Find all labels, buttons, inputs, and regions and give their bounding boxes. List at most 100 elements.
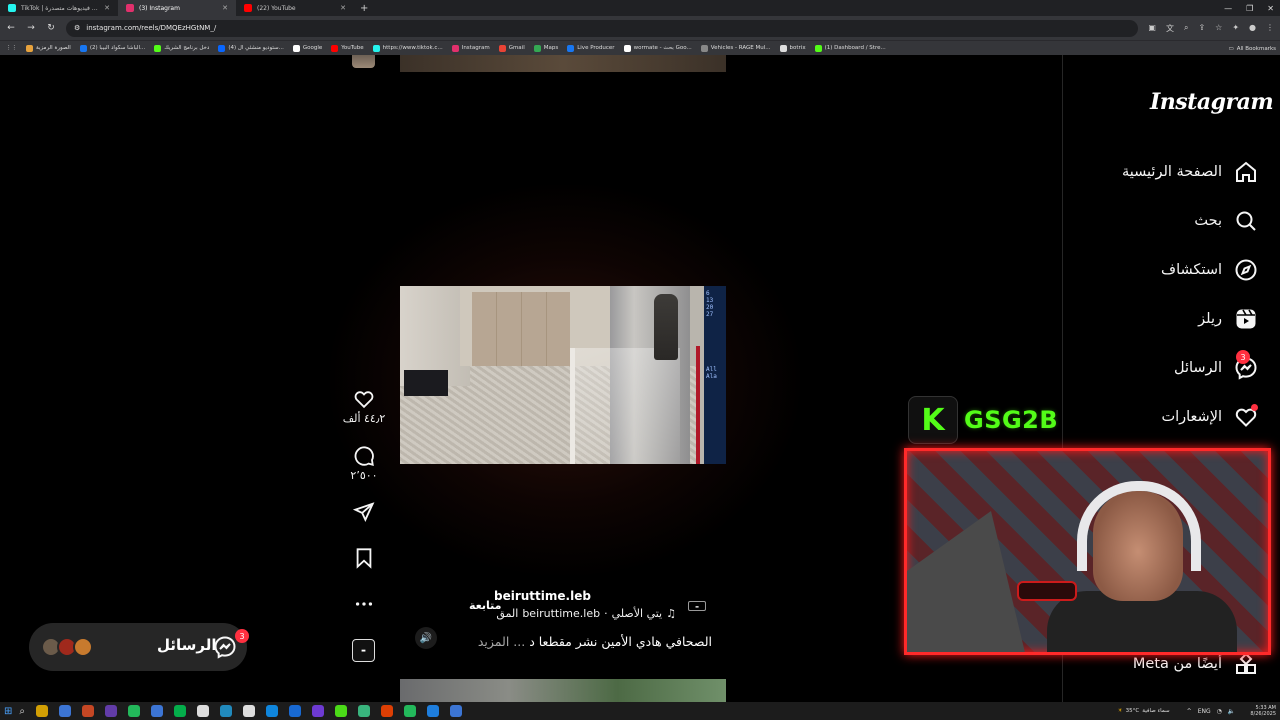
profile-icon[interactable]: ● (1249, 23, 1256, 34)
taskbar-app-icon[interactable] (404, 705, 416, 717)
close-icon[interactable]: ✕ (222, 4, 228, 12)
translate-icon[interactable]: 文 (1166, 23, 1174, 34)
bookmark-item[interactable]: Maps (533, 44, 558, 52)
previous-reel-preview[interactable] (400, 55, 726, 72)
notification-dot (1251, 404, 1258, 411)
comment-icon (354, 446, 374, 466)
taskbar-app-icon[interactable] (59, 705, 71, 717)
next-reel-preview[interactable] (400, 679, 726, 702)
previous-reel-avatar[interactable] (352, 55, 375, 68)
sidebar-item-label: الصفحة الرئيسية (1121, 164, 1222, 180)
tab-youtube[interactable]: (22) YouTube ✕ (236, 0, 354, 16)
save-button[interactable] (343, 547, 385, 569)
tab-title: TikTok | شاهد فيديوهات متصدرة (21, 4, 100, 12)
bookmark-item[interactable]: Instagram (451, 44, 490, 52)
new-tab-button[interactable]: + (360, 3, 368, 14)
tab-tiktok[interactable]: TikTok | شاهد فيديوهات متصدرة ✕ (0, 0, 118, 16)
taskbar-app-icon[interactable] (381, 705, 393, 717)
taskbar-app-icon[interactable] (243, 705, 255, 717)
bookmark-label: الصورة الرمزية (36, 45, 71, 51)
caption-text: الصحافي هادي الأمين نشر مقطعا د (529, 634, 712, 649)
taskbar-app-icon[interactable] (82, 705, 94, 717)
windows-start-icon[interactable]: ⊞ (4, 706, 12, 717)
taskbar-app-icon[interactable] (358, 705, 370, 717)
sidebar-item-reels[interactable]: ريلز (1198, 302, 1258, 336)
instagram-logo[interactable]: Instagram (1150, 89, 1274, 115)
audio-thumbnail[interactable]: ▬ (352, 639, 375, 662)
apps-grid-icon[interactable]: ⋮⋮ (6, 45, 17, 51)
chevron-up-icon[interactable]: ^ (1187, 708, 1192, 715)
volume-icon[interactable]: 🔈 (1228, 708, 1235, 715)
bookmark-favicon-icon (451, 44, 459, 52)
taskbar-app-icon[interactable] (105, 705, 117, 717)
wifi-icon[interactable]: ◔ (1217, 708, 1222, 715)
close-window-icon[interactable]: ✕ (1267, 4, 1274, 13)
reel-audio-line[interactable]: ♫ يتي الأصلي · beiruttime.leb المق (496, 607, 676, 620)
back-icon[interactable]: ← (6, 23, 16, 33)
weather-widget[interactable]: سماء صافية 35°C ☀ (1118, 708, 1170, 714)
bookmark-item[interactable]: wormate - بحث Goo... (623, 44, 692, 52)
taskbar-app-icon[interactable] (335, 705, 347, 717)
taskbar-app-icon[interactable] (197, 705, 209, 717)
bookmark-item[interactable]: Google (292, 44, 322, 52)
all-bookmarks-button[interactable]: ▭ All Bookmarks (1222, 41, 1276, 55)
bookmark-item[interactable]: Vehicles - RAGE Mul... (700, 44, 771, 52)
bookmark-item[interactable]: https://www.tiktok.c... (372, 44, 443, 52)
taskbar-app-icon[interactable] (289, 705, 301, 717)
extensions-icon[interactable]: ✦ (1232, 23, 1239, 34)
menu-icon[interactable]: ⋮ (1266, 23, 1274, 34)
bookmark-item[interactable]: YouTube (331, 44, 364, 52)
taskbar-app-icon[interactable] (151, 705, 163, 717)
sidebar-item-search[interactable]: بحث (1194, 204, 1258, 238)
bookmark-item[interactable]: Live Producer (567, 44, 615, 52)
site-info-icon[interactable]: ⚙ (74, 24, 80, 32)
comment-button[interactable]: ٢٬٥٠٠ (343, 445, 385, 482)
sidebar-item-notifications[interactable]: الإشعارات (1161, 400, 1258, 434)
taskbar-app-icon[interactable] (220, 705, 232, 717)
share-icon[interactable]: ⇪ (1198, 23, 1205, 34)
bookmark-item[interactable]: الصورة الرمزية (26, 44, 71, 52)
bookmark-item[interactable]: botrix (779, 44, 806, 52)
bookmark-item[interactable]: Gmail (498, 44, 525, 52)
close-icon[interactable]: ✕ (340, 4, 346, 12)
taskbar-search-icon[interactable]: ⌕ (19, 706, 25, 717)
taskbar-app-icon[interactable] (450, 705, 462, 717)
close-icon[interactable]: ✕ (104, 4, 110, 12)
weather-text: سماء صافية (1142, 708, 1170, 714)
messages-pill-label: الرسائل (157, 636, 217, 654)
sidebar-item-messages[interactable]: 3 الرسائل (1174, 350, 1258, 385)
messages-pill[interactable]: الرسائل 3 (29, 623, 249, 671)
forward-icon[interactable]: → (26, 23, 36, 33)
reload-icon[interactable]: ↻ (46, 23, 56, 33)
sidebar-item-home[interactable]: الصفحة الرئيسية (1122, 155, 1258, 189)
bookmark-star-icon[interactable]: ☆ (1215, 23, 1222, 34)
bookmark-item[interactable]: دخل برنامج الشريك (154, 44, 209, 52)
bookmark-item[interactable]: (4) ستوديو منشئي ال... (218, 44, 284, 52)
taskbar-app-icon[interactable] (128, 705, 140, 717)
minimize-icon[interactable]: — (1224, 4, 1232, 13)
share-button[interactable] (343, 501, 385, 523)
reel-caption[interactable]: الصحافي هادي الأمين نشر مقطعا د ... المز… (470, 634, 712, 649)
taskbar-clock[interactable]: 5:33 AM 8/26/2025 (1250, 705, 1276, 717)
install-app-icon[interactable]: ▣ (1148, 23, 1156, 34)
more-options-button[interactable] (343, 593, 385, 615)
maximize-icon[interactable]: ❐ (1246, 4, 1253, 13)
language-indicator[interactable]: ENG (1198, 708, 1211, 715)
mute-button[interactable]: 🔊 (415, 627, 437, 649)
grid-icon (1234, 652, 1258, 676)
tab-instagram[interactable]: (3) Instagram ✕ (118, 0, 236, 16)
zoom-icon[interactable]: ⌕ (1184, 23, 1188, 34)
taskbar-app-icon[interactable] (266, 705, 278, 717)
caption-more-link[interactable]: ... المزيد (478, 634, 525, 649)
bookmark-item[interactable]: (1) Dashboard / Stre... (814, 44, 886, 52)
bookmark-item[interactable]: (2) الباشا سكواد البيبا... (79, 44, 145, 52)
taskbar-app-icon[interactable] (174, 705, 186, 717)
taskbar-app-icon[interactable] (312, 705, 324, 717)
taskbar-app-icon[interactable] (36, 705, 48, 717)
reel-video[interactable]: 6 13 20 27 All Ala (400, 286, 726, 464)
url-input[interactable]: ⚙ instagram.com/reels/DMQEzHGtNM_/ (66, 19, 1139, 37)
taskbar-app-icon[interactable] (427, 705, 439, 717)
like-button[interactable]: ٤٤٫٢ ألف (343, 388, 385, 425)
reel-author-name[interactable]: beiruttime.leb (494, 589, 591, 603)
sidebar-item-explore[interactable]: استكشاف (1161, 253, 1258, 287)
